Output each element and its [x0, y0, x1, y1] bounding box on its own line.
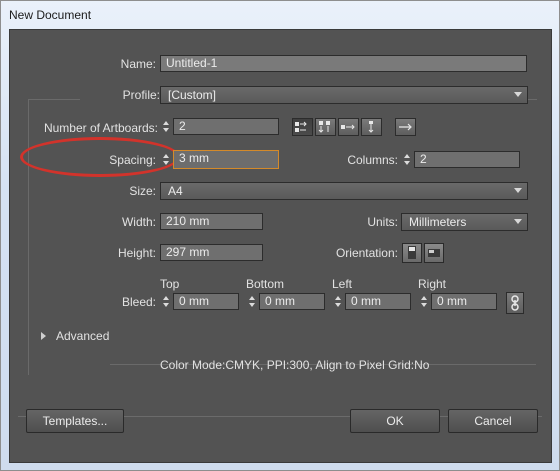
- ok-button[interactable]: OK: [350, 409, 440, 433]
- size-value: A4: [168, 184, 183, 198]
- document-info-text: Color Mode:CMYK, PPI:300, Align to Pixel…: [160, 358, 430, 372]
- stepper-down-icon[interactable]: [404, 161, 410, 165]
- bleed-left-label: Left: [332, 277, 353, 291]
- landscape-button[interactable]: [424, 243, 444, 263]
- artboards-field[interactable]: 2: [173, 118, 279, 135]
- stepper-up-icon[interactable]: [404, 154, 410, 158]
- columns-label: Columns:: [347, 153, 398, 167]
- height-field[interactable]: 297 mm: [160, 244, 263, 261]
- columns-field[interactable]: 2: [414, 151, 520, 168]
- orientation-label: Orientation:: [335, 246, 398, 260]
- portrait-icon: [408, 246, 416, 259]
- arrange-by-row-icon: [341, 124, 355, 130]
- stepper-down-icon[interactable]: [163, 161, 169, 165]
- height-label: Height:: [117, 246, 156, 260]
- width-field[interactable]: 210 mm: [160, 213, 263, 230]
- arrange-by-column-icon: [368, 121, 374, 133]
- name-label: Name:: [120, 57, 156, 71]
- spacing-field[interactable]: 3 mm: [173, 150, 279, 169]
- bleed-right-field[interactable]: 0 mm: [431, 293, 497, 310]
- bleed-left-stepper[interactable]: [333, 293, 344, 310]
- bleed-top-label: Top: [160, 277, 180, 291]
- dialog-body: Name: Untitled-1 Profile: [Custom] Numbe…: [9, 29, 552, 463]
- size-label: Size:: [129, 184, 156, 198]
- stepper-up-icon[interactable]: [163, 296, 169, 300]
- portrait-button[interactable]: [402, 243, 422, 263]
- units-label: Units:: [367, 215, 398, 229]
- stepper-down-icon[interactable]: [163, 128, 169, 132]
- bleed-left-field[interactable]: 0 mm: [345, 293, 411, 310]
- stepper-up-icon[interactable]: [163, 121, 169, 125]
- grid-by-column-icon: [318, 121, 330, 133]
- arrange-by-row-button[interactable]: [338, 118, 359, 136]
- grid-by-row-icon: [295, 121, 307, 132]
- right-to-left-button[interactable]: [395, 118, 416, 136]
- stepper-down-icon[interactable]: [335, 303, 341, 307]
- chevron-down-icon: [514, 92, 522, 97]
- bleed-right-stepper[interactable]: [419, 293, 430, 310]
- size-select[interactable]: A4: [160, 182, 528, 200]
- units-value: Millimeters: [409, 215, 467, 229]
- bleed-bottom-stepper[interactable]: [247, 293, 258, 310]
- grid-by-column-button[interactable]: [315, 118, 336, 136]
- bleed-top-stepper[interactable]: [161, 293, 172, 310]
- bleed-label: Bleed:: [121, 295, 156, 309]
- grid-by-row-button[interactable]: [292, 118, 313, 136]
- templates-button[interactable]: Templates...: [26, 409, 124, 433]
- profile-label: Profile:: [80, 88, 160, 102]
- stepper-up-icon[interactable]: [421, 296, 427, 300]
- bleed-top-field[interactable]: 0 mm: [173, 293, 239, 310]
- stepper-up-icon[interactable]: [335, 296, 341, 300]
- stepper-up-icon[interactable]: [163, 154, 169, 158]
- bleed-bottom-label: Bottom: [246, 277, 285, 291]
- stepper-down-icon[interactable]: [249, 303, 255, 307]
- bleed-right-label: Right: [418, 277, 447, 291]
- right-to-left-icon: [399, 123, 412, 131]
- spacing-label: Spacing:: [109, 153, 156, 167]
- artboards-label: Number of Artboards:: [43, 121, 158, 135]
- chevron-down-icon: [514, 188, 522, 193]
- chevron-right-icon[interactable]: [41, 332, 46, 340]
- units-select[interactable]: Millimeters: [401, 213, 528, 231]
- landscape-icon: [428, 249, 440, 257]
- profile-select[interactable]: [Custom]: [160, 86, 528, 104]
- bleed-bottom-field[interactable]: 0 mm: [259, 293, 325, 310]
- window-title: New Document: [9, 8, 92, 22]
- stepper-up-icon[interactable]: [249, 296, 255, 300]
- spacing-stepper[interactable]: [161, 151, 172, 168]
- columns-stepper[interactable]: [402, 151, 413, 168]
- new-document-dialog: New Document Name: Untitled-1 Profile: […: [0, 0, 560, 471]
- advanced-label[interactable]: Advanced: [56, 329, 109, 343]
- stepper-down-icon[interactable]: [163, 303, 169, 307]
- link-icon: [511, 295, 519, 311]
- stepper-down-icon[interactable]: [421, 303, 427, 307]
- link-bleed-button[interactable]: [506, 292, 524, 314]
- arrange-by-column-button[interactable]: [361, 118, 382, 136]
- name-field[interactable]: Untitled-1: [160, 55, 527, 72]
- width-label: Width:: [121, 215, 156, 229]
- cancel-button[interactable]: Cancel: [448, 409, 538, 433]
- artboards-stepper[interactable]: [161, 118, 172, 135]
- profile-value: [Custom]: [168, 88, 217, 102]
- chevron-down-icon: [514, 219, 522, 224]
